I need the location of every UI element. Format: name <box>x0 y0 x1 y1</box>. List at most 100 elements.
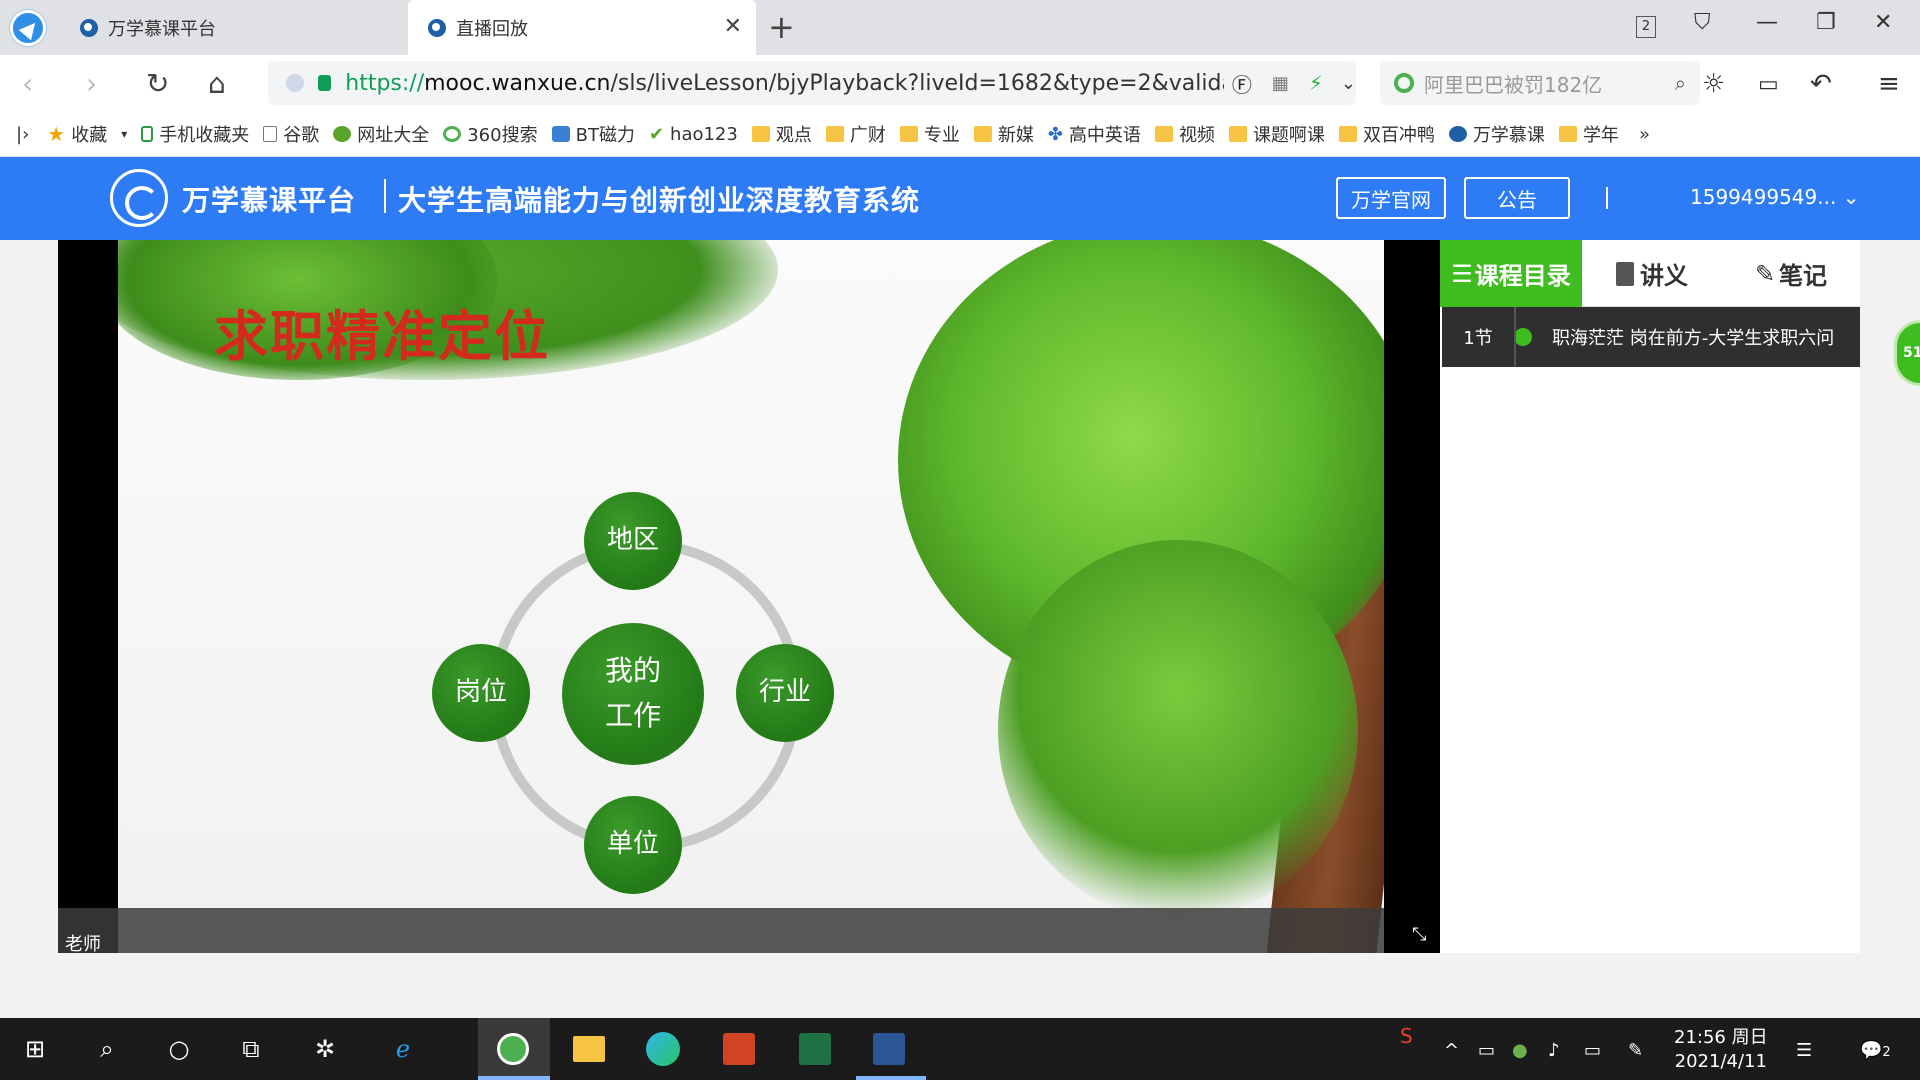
caret-down-icon[interactable]: ▾ <box>121 127 127 141</box>
bookmark-folder[interactable]: 观点 <box>751 121 812 147</box>
green-plus-tray-icon[interactable]: ● <box>1512 1040 1528 1061</box>
powerpoint-icon[interactable] <box>720 1030 758 1068</box>
bookmark-item[interactable]: 360搜索 <box>443 121 538 147</box>
action-center-icon[interactable]: ☰ <box>1796 1040 1812 1061</box>
tab-count-badge[interactable]: 2 <box>1636 16 1656 38</box>
node-employer: 单位 <box>584 796 682 894</box>
video-player[interactable]: 求职精准定位 地区 岗位 行业 单位 我的 工作 老师 ⤡ <box>58 240 1440 955</box>
site-title[interactable]: 万学慕课平台 <box>182 179 356 219</box>
extension-f-icon[interactable]: Ⓕ <box>1232 69 1252 98</box>
folder-icon <box>751 126 770 142</box>
sogou-input-icon[interactable]: S <box>1400 1024 1413 1048</box>
sidebar-toggle-icon[interactable]: |› <box>16 124 29 145</box>
home-button[interactable]: ⌂ <box>208 67 226 100</box>
wanxue-favicon-icon <box>80 18 98 37</box>
floating-badge[interactable]: 51 <box>1894 320 1920 386</box>
close-tab-icon[interactable]: ✕ <box>724 14 742 39</box>
tab-wanxue[interactable]: 万学慕课平台 <box>60 0 407 55</box>
menu-icon[interactable]: ≡ <box>1878 69 1900 99</box>
chevron-down-icon[interactable]: ⌄ <box>1341 73 1356 94</box>
lesson-item[interactable]: 1节 职海茫茫 岗在前方-大学生求职六问 <box>1442 307 1860 367</box>
bookmark-item[interactable]: 谷歌 <box>263 121 319 147</box>
lesson-title: 职海茫茫 岗在前方-大学生求职六问 <box>1552 328 1835 349</box>
system-clock[interactable]: 21:56 周日 2021/4/11 <box>1674 1026 1768 1074</box>
collapse-fullscreen-icon[interactable]: ⤡ <box>1412 924 1432 945</box>
wanxue-logo-icon[interactable] <box>110 169 168 227</box>
bookmark-folder[interactable]: 双百冲鸭 <box>1338 121 1435 147</box>
forward-button[interactable]: › <box>86 67 97 100</box>
site-subtitle: 大学生高端能力与创新创业深度教育系统 <box>398 184 921 217</box>
lightning-icon[interactable]: ⚡ <box>1309 71 1323 95</box>
bookmark-folder[interactable]: 专业 <box>899 121 960 147</box>
task-view-icon[interactable]: ⧉ <box>232 1030 270 1068</box>
node-my-job: 我的 工作 <box>562 623 704 765</box>
minimize-button[interactable]: — <box>1756 10 1778 35</box>
search-icon[interactable]: ⌕ <box>1675 71 1686 95</box>
pinwheel-app-icon[interactable]: ✲ <box>306 1030 344 1068</box>
reload-button[interactable]: ↻ <box>146 67 169 100</box>
player-control-bar[interactable] <box>58 908 1440 953</box>
user-menu[interactable]: 1599499549... ⌄ <box>1690 185 1859 209</box>
restore-button[interactable]: ❐ <box>1816 10 1836 35</box>
search-icon[interactable]: ⌕ <box>88 1030 126 1068</box>
search-input[interactable]: 阿里巴巴被罚182亿 <box>1424 69 1602 98</box>
security-shield-icon[interactable] <box>286 74 304 92</box>
bookmark-folder[interactable]: 课题啊课 <box>1228 121 1325 147</box>
tab-notes[interactable]: ✎ 笔记 <box>1722 240 1860 307</box>
username: 1599499549... <box>1690 185 1837 209</box>
word-icon[interactable] <box>870 1030 908 1068</box>
lesson-status-dot <box>1514 328 1532 346</box>
more-bookmarks-icon[interactable]: » <box>1639 124 1650 145</box>
bookmark-item[interactable]: 网址大全 <box>333 121 429 147</box>
notifications-icon[interactable]: 💬2 <box>1860 1040 1891 1061</box>
tab-catalog[interactable]: ☰ 课程目录 <box>1440 240 1582 307</box>
brightness-icon[interactable]: ☼ <box>1702 69 1725 99</box>
pen-icon[interactable]: ✎ <box>1628 1040 1643 1061</box>
close-window-button[interactable]: ✕ <box>1874 10 1892 35</box>
bookmarks-bar: |› ★ 收藏 ▾ 手机收藏夹 谷歌 网址大全 360搜索 BT磁力 ✔ hao123… <box>0 112 1920 157</box>
bookmark-folder[interactable]: 学年 <box>1558 121 1619 147</box>
bookmark-item[interactable]: 手机收藏夹 <box>141 121 249 147</box>
undo-icon[interactable]: ↶ <box>1810 69 1832 99</box>
edge-browser-icon[interactable] <box>644 1030 682 1068</box>
lock-icon[interactable] <box>317 75 332 91</box>
excel-icon[interactable] <box>796 1030 834 1068</box>
bookmark-folder[interactable]: 广财 <box>825 121 886 147</box>
tray-chevron-up-icon[interactable]: ^ <box>1444 1040 1459 1061</box>
bookmark-folder[interactable]: 新媒 <box>973 121 1034 147</box>
browser-logo-icon[interactable] <box>10 10 46 46</box>
url-text[interactable]: https://mooc.wanxue.cn/sls/liveLesson/bj… <box>345 71 1224 96</box>
network-icon[interactable]: ▭ <box>1584 1040 1601 1061</box>
folder-icon <box>1338 126 1357 142</box>
bookmark-item[interactable]: 万学慕课 <box>1448 121 1545 147</box>
new-tab-button[interactable]: + <box>768 8 795 46</box>
ie-browser-icon[interactable]: ℯ <box>384 1030 422 1068</box>
notice-button[interactable]: 公告 <box>1464 177 1570 219</box>
folder-icon <box>899 126 918 142</box>
battery-icon[interactable]: ▭ <box>1758 72 1779 97</box>
qr-code-icon[interactable]: ▦ <box>1272 73 1289 94</box>
back-button[interactable]: ‹ <box>22 67 33 100</box>
browser-app-icon[interactable] <box>494 1030 532 1068</box>
cortana-icon[interactable]: ○ <box>160 1030 198 1068</box>
panel-tabs: ☰ 课程目录 讲义 ✎ 笔记 <box>1440 240 1860 307</box>
volume-icon[interactable]: ♪ <box>1548 1040 1560 1061</box>
node-region: 地区 <box>584 492 682 590</box>
windows-start-icon[interactable]: ⊞ <box>16 1030 54 1068</box>
phone-icon <box>141 126 154 142</box>
official-site-button[interactable]: 万学官网 <box>1336 177 1446 219</box>
chevron-down-icon: ⌄ <box>1842 185 1860 209</box>
tab-playback[interactable]: 直播回放 ✕ <box>408 0 756 55</box>
battery-tray-icon[interactable]: ▭ <box>1478 1040 1495 1061</box>
address-bar[interactable]: https://mooc.wanxue.cn/sls/liveLesson/bj… <box>268 61 1356 105</box>
file-explorer-icon[interactable] <box>570 1030 608 1068</box>
search-box[interactable]: 阿里巴巴被罚182亿 ⌕ <box>1380 61 1700 105</box>
bookmark-item[interactable]: ✔ hao123 <box>649 124 738 145</box>
bookmark-folder[interactable]: 视频 <box>1154 121 1215 147</box>
bookmark-item[interactable]: BT磁力 <box>551 121 635 147</box>
shirt-skin-icon[interactable]: ⛉ <box>1694 10 1711 35</box>
bookmark-item[interactable]: ★ 收藏 ▾ <box>47 121 127 147</box>
bookmark-item[interactable]: ✤ 高中英语 <box>1048 121 1141 147</box>
green-plus-icon <box>333 126 352 142</box>
tab-handout[interactable]: 讲义 <box>1582 240 1722 307</box>
